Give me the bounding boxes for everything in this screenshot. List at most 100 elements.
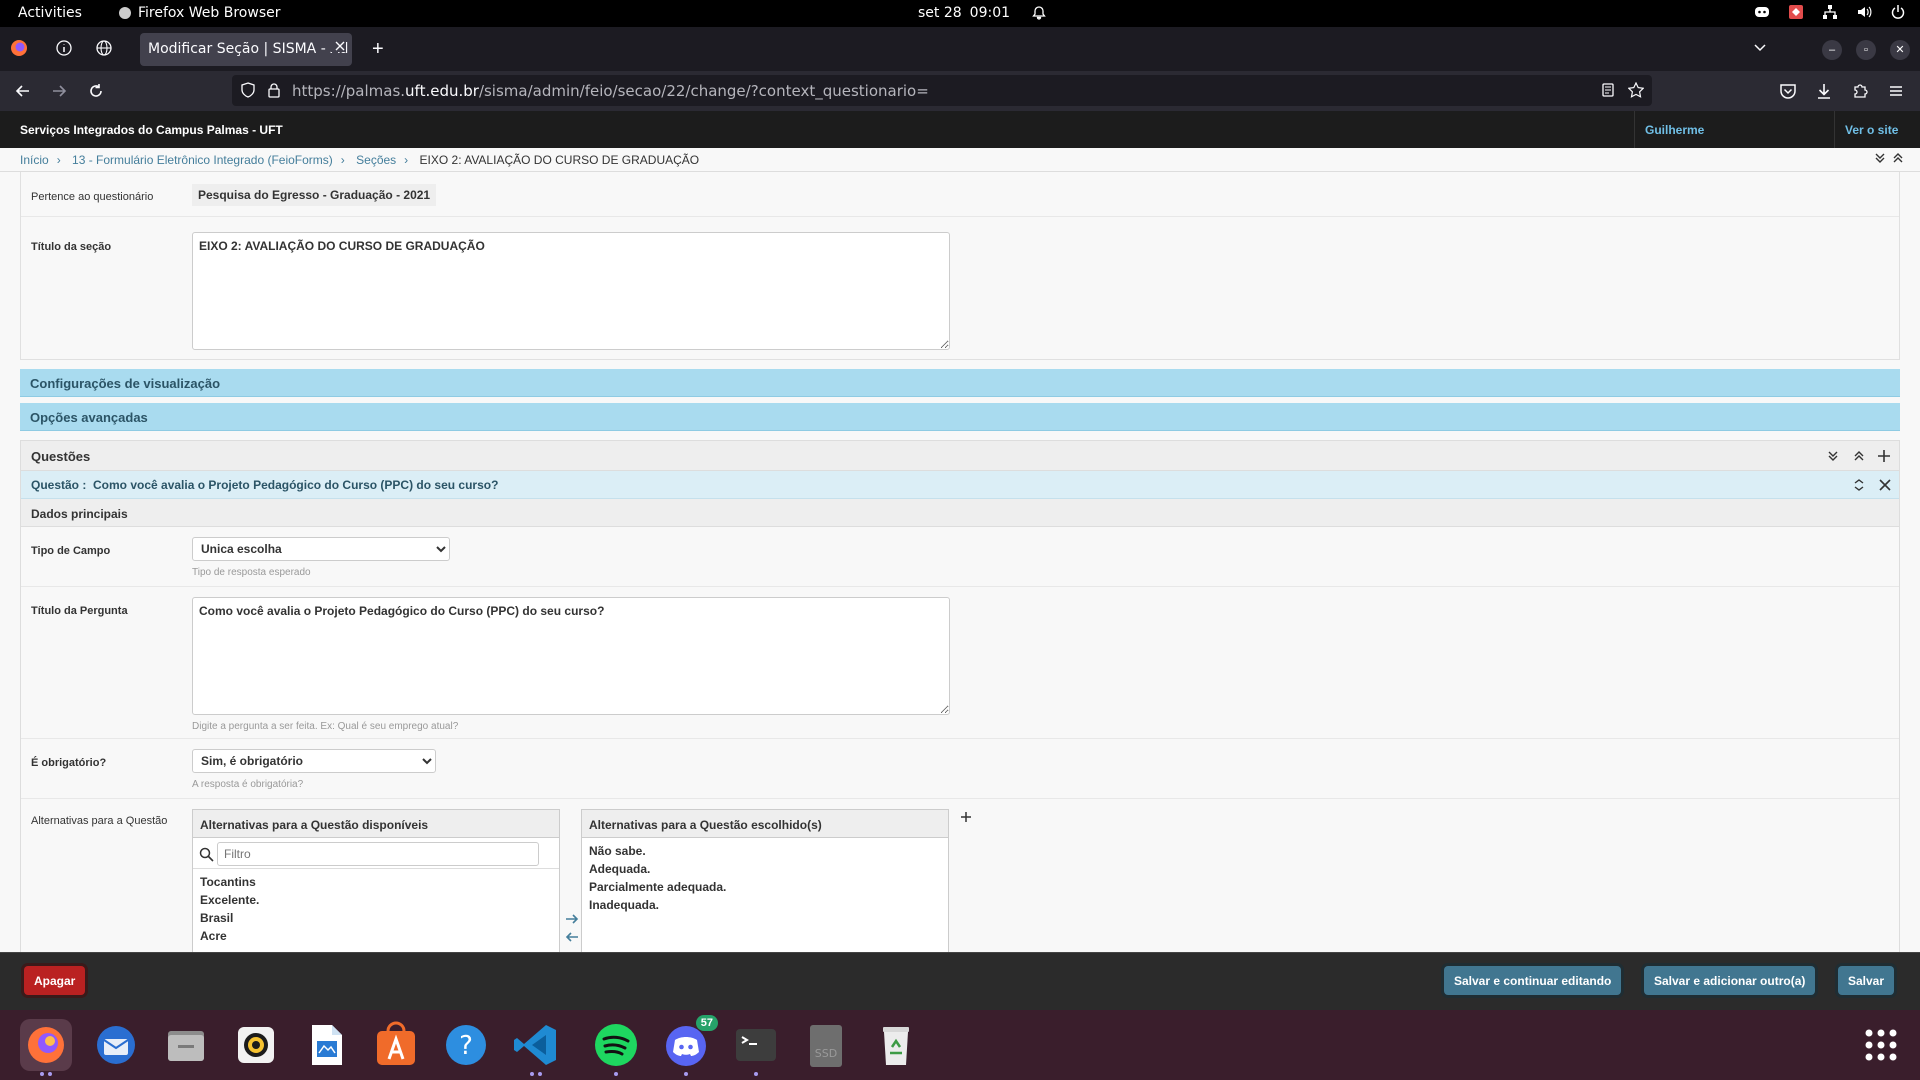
discord-badge: 57	[695, 1015, 718, 1031]
reload-icon[interactable]	[87, 82, 105, 100]
lock-icon[interactable]	[266, 82, 282, 98]
active-tab[interactable]: Modificar Seção | SISMA - Ad	[140, 33, 352, 66]
view-site-link[interactable]: Ver o site	[1834, 111, 1920, 148]
dados-principais-header: Dados principais	[21, 499, 1899, 527]
questoes-inline: Questões Questão : Como você avalia o Pr…	[20, 440, 1900, 952]
questionario-value: Pesquisa do Egresso - Graduação - 2021	[192, 184, 437, 206]
remove-question-icon[interactable]	[1879, 479, 1891, 491]
clock[interactable]: set 28 09:01	[918, 5, 1046, 21]
list-item[interactable]: Adequada.	[582, 860, 948, 878]
firefox-view-icon[interactable]	[10, 39, 28, 57]
question-header[interactable]: Questão : Como você avalia o Projeto Ped…	[21, 471, 1899, 499]
titulo-secao-textarea[interactable]: EIXO 2: AVALIAÇÃO DO CURSO DE GRADUAÇÃO	[192, 232, 950, 350]
minimize-window-button[interactable]: –	[1822, 40, 1842, 60]
bookmark-star-icon[interactable]	[1628, 82, 1644, 98]
tipo-campo-select[interactable]: Unica escolha	[192, 537, 450, 561]
list-item[interactable]: Acre	[193, 927, 559, 945]
form-row-titulo-pergunta: Título da Pergunta Como você avalia o Pr…	[21, 587, 1899, 739]
admin-header: Serviços Integrados do Campus Palmas - U…	[0, 111, 1920, 148]
opcoes-avancadas-toggle[interactable]: Opções avançadas	[20, 403, 1900, 431]
dock-thunderbird[interactable]	[90, 1019, 142, 1071]
remove-arrow-icon[interactable]	[565, 930, 579, 944]
power-icon[interactable]	[1890, 4, 1906, 20]
save-add-another-button[interactable]: Salvar e adicionar outro(a)	[1644, 966, 1816, 995]
add-alternative-icon[interactable]	[960, 811, 972, 823]
choose-arrow-icon[interactable]	[565, 912, 579, 926]
globe-icon[interactable]	[96, 40, 112, 56]
save-continue-button[interactable]: Salvar e continuar editando	[1444, 966, 1622, 995]
obrigatorio-select[interactable]: Sim, é obrigatório	[192, 749, 436, 773]
show-apps-button[interactable]	[1855, 1019, 1907, 1071]
list-item[interactable]: Brasil	[193, 909, 559, 927]
collapse-questions-icon[interactable]	[1853, 450, 1865, 462]
activities-button[interactable]: Activities	[18, 5, 82, 21]
dock-firefox[interactable]	[20, 1019, 72, 1076]
volume-icon[interactable]	[1856, 4, 1872, 20]
reorder-question-icon[interactable]	[1853, 479, 1865, 491]
close-tab-icon[interactable]	[331, 40, 346, 52]
config-visualizacao-toggle[interactable]: Configurações de visualização	[20, 369, 1900, 397]
new-tab-button[interactable]: +	[372, 38, 384, 61]
ssd-drive-icon: SSD	[800, 1019, 852, 1071]
list-item[interactable]: Excelente.	[193, 891, 559, 909]
list-item[interactable]: Não sabe.	[582, 842, 948, 860]
downloads-icon[interactable]	[1815, 82, 1833, 100]
breadcrumb-model[interactable]: Seções	[356, 153, 396, 167]
form-row-obrigatorio: É obrigatório? Sim, é obrigatório A resp…	[21, 739, 1899, 799]
add-question-icon[interactable]	[1877, 449, 1891, 463]
dock-help[interactable]: ?	[440, 1019, 492, 1071]
maximize-window-button[interactable]: ▫	[1856, 40, 1876, 60]
dock-discord[interactable]: 57	[660, 1015, 718, 1076]
submit-row: Apagar Salvar e continuar editando Salva…	[0, 952, 1920, 1010]
dock-ssd-drive[interactable]: SSD	[800, 1019, 852, 1071]
form-row-titulo-secao: Título da seção EIXO 2: AVALIAÇÃO DO CUR…	[21, 217, 1899, 361]
hamburger-menu-icon[interactable]	[1887, 82, 1905, 100]
change-form: Pertence ao questionário Pesquisa do Egr…	[0, 172, 1920, 952]
site-brand[interactable]: Serviços Integrados do Campus Palmas - U…	[20, 123, 283, 137]
dock-spotify[interactable]	[590, 1019, 642, 1076]
dock-terminal[interactable]	[730, 1019, 782, 1076]
questoes-header: Questões	[21, 441, 1899, 471]
list-item[interactable]: Parcialmente adequada.	[582, 878, 948, 896]
dock-app-center[interactable]	[370, 1019, 422, 1071]
expand-all-icon[interactable]	[1874, 152, 1886, 164]
titulo-pergunta-textarea[interactable]: Como você avalia o Projeto Pedagógico do…	[192, 597, 950, 715]
url-bar[interactable]: https://palmas.uft.edu.br/sisma/admin/fe…	[232, 75, 1652, 106]
dados-principais-label: Dados principais	[31, 507, 128, 521]
delete-button[interactable]: Apagar	[24, 966, 86, 995]
pocket-icon[interactable]	[1779, 82, 1797, 100]
breadcrumb-home[interactable]: Início	[20, 153, 49, 167]
form-row-alternativas: Alternativas para a Questão Alternativas…	[21, 799, 1899, 952]
breadcrumb-app[interactable]: 13 - Formulário Eletrônico Integrado (Fe…	[72, 153, 333, 167]
list-tabs-icon[interactable]	[1752, 39, 1768, 55]
dock-vscode[interactable]	[510, 1019, 562, 1076]
tracking-shield-icon[interactable]	[240, 82, 256, 98]
trash-icon	[870, 1019, 922, 1071]
close-window-button[interactable]: ✕	[1890, 40, 1910, 60]
network-icon[interactable]	[1822, 4, 1838, 20]
user-menu[interactable]: Guilherme	[1634, 111, 1834, 148]
discord-tray-icon[interactable]	[1754, 5, 1770, 19]
titulo-secao-label: Título da seção	[31, 241, 112, 253]
save-button[interactable]: Salvar	[1838, 966, 1895, 995]
list-item[interactable]: Tocantins	[193, 873, 559, 891]
info-icon[interactable]	[56, 40, 72, 56]
dock-libreoffice-writer[interactable]	[300, 1019, 352, 1071]
forward-icon[interactable]	[50, 82, 68, 100]
dock-rhythmbox[interactable]	[230, 1019, 282, 1071]
escolhidos-list[interactable]: Não sabe. Adequada. Parcialmente adequad…	[582, 838, 948, 914]
collapse-all-icon[interactable]	[1892, 152, 1904, 164]
writer-icon	[300, 1019, 352, 1071]
app-menu[interactable]: Firefox Web Browser	[118, 5, 281, 21]
list-item[interactable]: Inadequada.	[582, 896, 948, 914]
titulo-pergunta-help: Digite a pergunta a ser feita. Ex: Qual …	[192, 721, 459, 732]
expand-questions-icon[interactable]	[1827, 450, 1839, 462]
dock-files[interactable]	[160, 1019, 212, 1071]
extensions-icon[interactable]	[1851, 82, 1869, 100]
filter-input[interactable]	[217, 842, 539, 866]
disponiveis-list[interactable]: Tocantins Excelente. Brasil Acre	[193, 869, 559, 945]
anydesk-tray-icon[interactable]	[1788, 4, 1804, 20]
back-icon[interactable]	[14, 82, 32, 100]
dock-trash[interactable]	[870, 1019, 922, 1071]
reader-view-icon[interactable]	[1600, 82, 1616, 98]
